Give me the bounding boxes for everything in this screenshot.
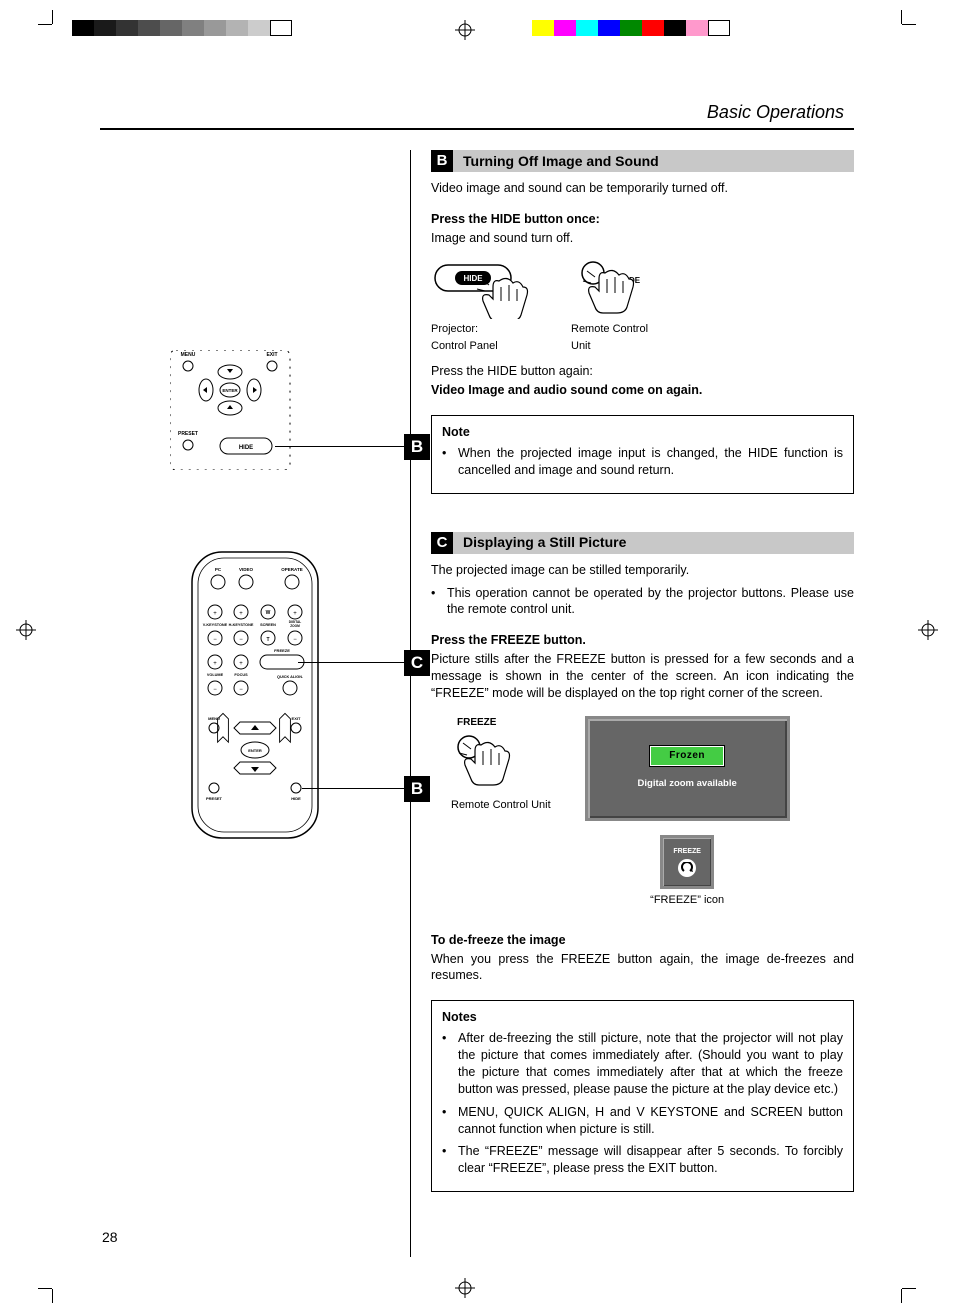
section-c-bullet1: This operation cannot be operated by the… [447,585,854,619]
section-c-header: C Displaying a Still Picture [431,532,854,554]
section-c-tag: C [431,532,453,554]
svg-text:+: + [239,611,243,617]
svg-text:FOCUS: FOCUS [234,673,248,677]
step-b2-head: Press the HIDE button again: [431,363,854,380]
svg-text:T: T [266,637,269,643]
note-item: When the projected image input is change… [458,445,843,479]
preset-label: PRESET [178,431,198,437]
svg-text:ZOOM: ZOOM [290,624,300,628]
color-bar [532,20,730,36]
remote-caption-1: Remote Control [571,323,648,336]
svg-text:W: W [266,610,271,616]
svg-text:+: + [239,661,243,667]
remote-hide-press-icon: HIDE [571,259,671,319]
registration-mark-icon [918,620,938,640]
remote-caption-2: Unit [571,340,591,353]
svg-text:+: + [293,611,297,617]
defreeze-head: To de-freeze the image [431,932,854,949]
section-b-tag: B [431,150,453,172]
menu-label: MENU [181,352,196,358]
svg-text:FREEZE: FREEZE [274,648,290,653]
callout-tag-b: B [404,776,430,802]
registration-mark-icon [455,1278,475,1298]
section-c-intro: The projected image can be stilled tempo… [431,562,854,579]
svg-text:−: − [239,637,243,643]
svg-text:VOLUME: VOLUME [207,673,224,677]
remote-control-diagram: PC VIDEO OPERATE + + W + V-KEYSTONE H-KE… [190,550,320,840]
callout-tag-b: B [404,434,430,460]
projector-hide-press-icon: HIDE [431,259,541,319]
frozen-badge: Frozen [650,746,724,766]
svg-text:+: + [213,611,217,617]
registration-mark-icon [455,20,475,40]
step-b1-body: Image and sound turn off. [431,230,854,247]
exit-label: EXIT [266,352,277,358]
svg-text:OPERATE: OPERATE [281,567,302,572]
section-b-header: B Turning Off Image and Sound [431,150,854,172]
svg-text:VIDEO: VIDEO [239,567,254,572]
step-c1-head: Press the FREEZE button. [431,632,854,649]
hide-label: HIDE [239,445,253,451]
notes-title: Notes [442,1009,843,1026]
notes-item: MENU, QUICK ALIGN, H and V KEYSTONE and … [458,1104,843,1138]
screen-preview: Frozen Digital zoom available [585,716,790,821]
svg-text:−: − [213,637,217,643]
projector-caption-1: Projector: [431,323,478,336]
step-b2-body: Video Image and audio sound come on agai… [431,382,854,399]
registration-mark-icon [16,620,36,640]
note-box-b: Note •When the projected image input is … [431,415,854,494]
svg-text:−: − [239,687,243,693]
section-b-title: Turning Off Image and Sound [453,150,659,172]
note-title: Note [442,424,843,441]
svg-text:PC: PC [215,567,222,572]
step-b1-head: Press the HIDE button once: [431,211,854,228]
svg-text:PRESET: PRESET [206,796,223,801]
notes-item: The “FREEZE” message will disappear afte… [458,1143,843,1177]
callout-tag-c: C [404,650,430,676]
freeze-icon: FREEZE [660,835,714,889]
svg-text:EXIT: EXIT [292,716,301,721]
svg-text:SCREEN: SCREEN [260,623,276,627]
remote-freeze-press-icon [451,733,521,789]
svg-text:QUICK ALIGN.: QUICK ALIGN. [277,675,303,679]
svg-text:+: + [213,661,217,667]
svg-text:HIDE: HIDE [291,796,301,801]
notes-item: After de-freezing the still picture, not… [458,1030,843,1098]
section-c-title: Displaying a Still Picture [453,532,626,554]
step-c1-body: Picture stills after the FREEZE button i… [431,651,854,702]
freeze-icon-caption: “FREEZE” icon [650,893,724,908]
defreeze-body: When you press the FREEZE button again, … [431,951,854,985]
svg-text:ENTER: ENTER [222,388,238,393]
svg-text:H-KEYSTONE: H-KEYSTONE [229,623,254,627]
note-box-c: Notes •After de-freezing the still pictu… [431,1000,854,1192]
svg-text:−: − [213,687,217,693]
grayscale-bar [72,20,292,36]
svg-text:ENTER: ENTER [248,748,262,753]
freeze-remote-caption: Remote Control Unit [451,799,551,812]
control-panel-diagram: MENU EXIT ENTER PRESET HIDE [170,350,320,470]
freeze-label: FREEZE [457,716,496,730]
projector-caption-2: Control Panel [431,340,498,353]
svg-text:−: − [293,637,297,643]
page-title: Basic Operations [100,100,854,130]
svg-text:V-KEYSTONE: V-KEYSTONE [203,623,228,627]
zoom-text: Digital zoom available [638,778,737,791]
content-column: B Turning Off Image and Sound Video imag… [411,150,854,1257]
page-number: 28 [102,1228,118,1247]
svg-text:HIDE: HIDE [463,274,483,283]
section-b-intro: Video image and sound can be temporarily… [431,180,854,197]
diagram-column: MENU EXIT ENTER PRESET HIDE [100,150,410,1257]
